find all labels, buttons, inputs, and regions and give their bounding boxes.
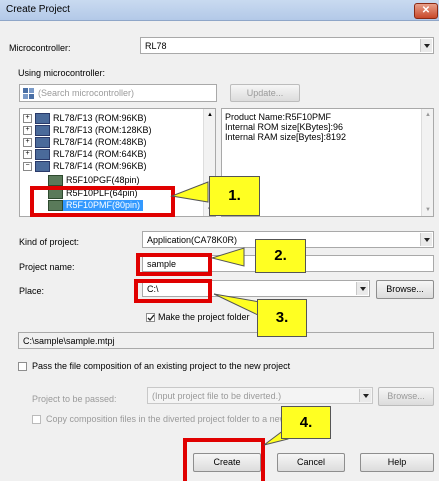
microcontroller-label: Microcontroller:	[9, 43, 71, 53]
mcu-group-icon	[35, 137, 50, 149]
project-name-label: Project name:	[19, 262, 75, 272]
callout-3: 3.	[257, 299, 307, 337]
search-placeholder: (Search microcontroller)	[38, 88, 135, 98]
tree-item[interactable]: − RL78/F14 (ROM:96KB)	[23, 161, 147, 173]
kind-of-project-label: Kind of project:	[19, 237, 80, 247]
project-to-pass-select[interactable]: (Input project file to be diverted.)	[147, 387, 373, 404]
mcu-group-icon	[35, 149, 50, 161]
place-label: Place:	[19, 286, 45, 296]
pass-composition-checkbox[interactable]	[18, 362, 27, 371]
rom-size-text: Internal ROM size[KBytes]:96	[225, 122, 344, 132]
chip-icon	[48, 175, 63, 187]
highlight-box-2	[136, 253, 212, 276]
scroll-down-icon[interactable]: ▼	[425, 207, 431, 213]
highlight-box-1	[30, 186, 175, 217]
project-path-display: C:\sample\sample.mtpj	[18, 332, 434, 349]
mcu-group-icon	[35, 125, 50, 137]
update-button[interactable]: Update...	[230, 84, 300, 102]
info-scrollbar[interactable]: ▲ ▼	[421, 109, 433, 216]
microcontroller-select[interactable]: RL78	[140, 37, 434, 54]
close-button[interactable]: ✕	[414, 3, 438, 19]
expand-icon[interactable]: +	[23, 138, 32, 148]
collapse-icon[interactable]: −	[23, 162, 32, 172]
copy-files-label: Copy composition files in the diverted p…	[46, 414, 294, 424]
using-microcontroller-label: Using microcontroller:	[18, 68, 106, 78]
search-input[interactable]: (Search microcontroller)	[19, 84, 217, 102]
chevron-down-icon	[420, 39, 432, 52]
callout-pointer-1	[170, 181, 209, 203]
mcu-group-icon	[35, 113, 50, 125]
place-browse-button[interactable]: Browse...	[376, 280, 434, 299]
callout-4: 4.	[281, 406, 331, 439]
chevron-down-icon	[356, 282, 368, 295]
make-folder-checkbox[interactable]	[146, 313, 155, 322]
copy-files-checkbox[interactable]	[32, 415, 41, 424]
callout-2: 2.	[255, 239, 306, 273]
chevron-down-icon	[359, 389, 371, 402]
expand-icon[interactable]: +	[23, 126, 32, 136]
tree-item[interactable]: + RL78/F14 (ROM:64KB)	[23, 149, 147, 161]
ram-size-text: Internal RAM size[Bytes]:8192	[225, 132, 347, 142]
tree-item[interactable]: + RL78/F13 (ROM:96KB)	[23, 113, 147, 125]
title-bar: Create Project ✕	[0, 0, 439, 21]
project-to-pass-label: Project to be passed:	[32, 394, 117, 404]
chevron-down-icon	[420, 233, 432, 246]
scroll-up-icon[interactable]: ▲	[425, 112, 431, 118]
check-icon	[147, 314, 155, 322]
window-title: Create Project	[6, 4, 70, 15]
callout-pointer-2	[210, 247, 245, 267]
callout-pointer-3	[213, 293, 261, 317]
scroll-up-icon[interactable]: ▲	[207, 112, 213, 118]
cancel-button[interactable]: Cancel	[277, 453, 345, 472]
highlight-box-4	[183, 438, 265, 481]
search-icon	[23, 88, 34, 99]
highlight-box-3	[134, 279, 212, 303]
pass-composition-label: Pass the file composition of an existing…	[32, 361, 291, 371]
tree-item[interactable]: + RL78/F13 (ROM:128KB)	[23, 125, 152, 137]
tree-item[interactable]: + RL78/F14 (ROM:48KB)	[23, 137, 147, 149]
callout-1: 1.	[209, 176, 260, 216]
project-to-pass-browse-button[interactable]: Browse...	[378, 387, 434, 406]
product-name-text: Product Name:R5F10PMF	[225, 112, 332, 122]
tree-child-item[interactable]: R5F10PGF(48pin)	[48, 175, 140, 187]
mcu-group-icon	[35, 161, 50, 173]
expand-icon[interactable]: +	[23, 114, 32, 124]
help-button[interactable]: Help	[360, 453, 434, 472]
expand-icon[interactable]: +	[23, 150, 32, 160]
